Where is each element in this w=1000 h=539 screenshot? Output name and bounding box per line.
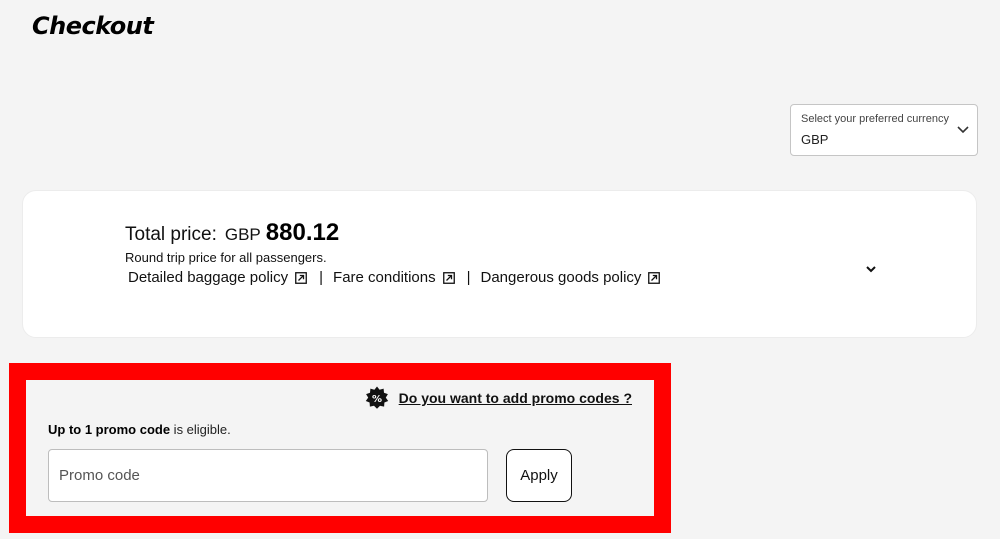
fare-conditions-label: Fare conditions	[333, 269, 436, 286]
policy-links: Detailed baggage policy | Fare condition…	[128, 269, 661, 286]
promo-eligibility-count: Up to 1 promo code	[48, 422, 171, 437]
baggage-policy-label: Detailed baggage policy	[128, 269, 289, 286]
add-promo-codes-toggle[interactable]: % Do you want to add promo codes ?	[365, 386, 632, 410]
link-separator: |	[466, 269, 471, 286]
discount-badge-icon: %	[365, 386, 388, 409]
total-price-row: Total price: GBP 880.12	[125, 219, 339, 247]
price-note: Round trip price for all passengers.	[125, 250, 327, 265]
currency-select[interactable]: Select your preferred currency GBP	[790, 104, 978, 156]
chevron-down-icon	[957, 126, 969, 134]
total-price-amount: 880.12	[265, 219, 340, 246]
discount-badge-symbol: %	[372, 394, 382, 405]
promo-code-input[interactable]	[48, 449, 488, 502]
external-link-icon	[648, 271, 661, 284]
fare-conditions-link[interactable]: Fare conditions	[333, 269, 455, 286]
link-separator: |	[319, 269, 324, 286]
promo-eligibility-text: Up to 1 promo code is eligible.	[48, 422, 231, 437]
dangerous-goods-policy-label: Dangerous goods policy	[480, 269, 642, 286]
currency-select-value: GBP	[801, 132, 829, 147]
dangerous-goods-policy-link[interactable]: Dangerous goods policy	[481, 269, 661, 286]
baggage-policy-link[interactable]: Detailed baggage policy	[128, 269, 308, 286]
total-price-label: Total price:	[125, 224, 217, 245]
page-title: Checkout	[32, 12, 154, 40]
add-promo-codes-label: Do you want to add promo codes ?	[398, 390, 632, 406]
total-price-currency: GBP	[224, 225, 261, 244]
external-link-icon	[295, 271, 308, 284]
external-link-icon	[442, 271, 455, 284]
currency-select-label: Select your preferred currency	[801, 113, 949, 125]
expand-details-chevron-icon[interactable]	[863, 261, 879, 277]
promo-eligibility-suffix: is eligible.	[170, 422, 231, 437]
price-summary-card: Total price: GBP 880.12 Round trip price…	[22, 190, 977, 338]
apply-promo-button[interactable]: Apply	[506, 449, 572, 502]
promo-code-section: % Do you want to add promo codes ? Up to…	[9, 363, 671, 533]
